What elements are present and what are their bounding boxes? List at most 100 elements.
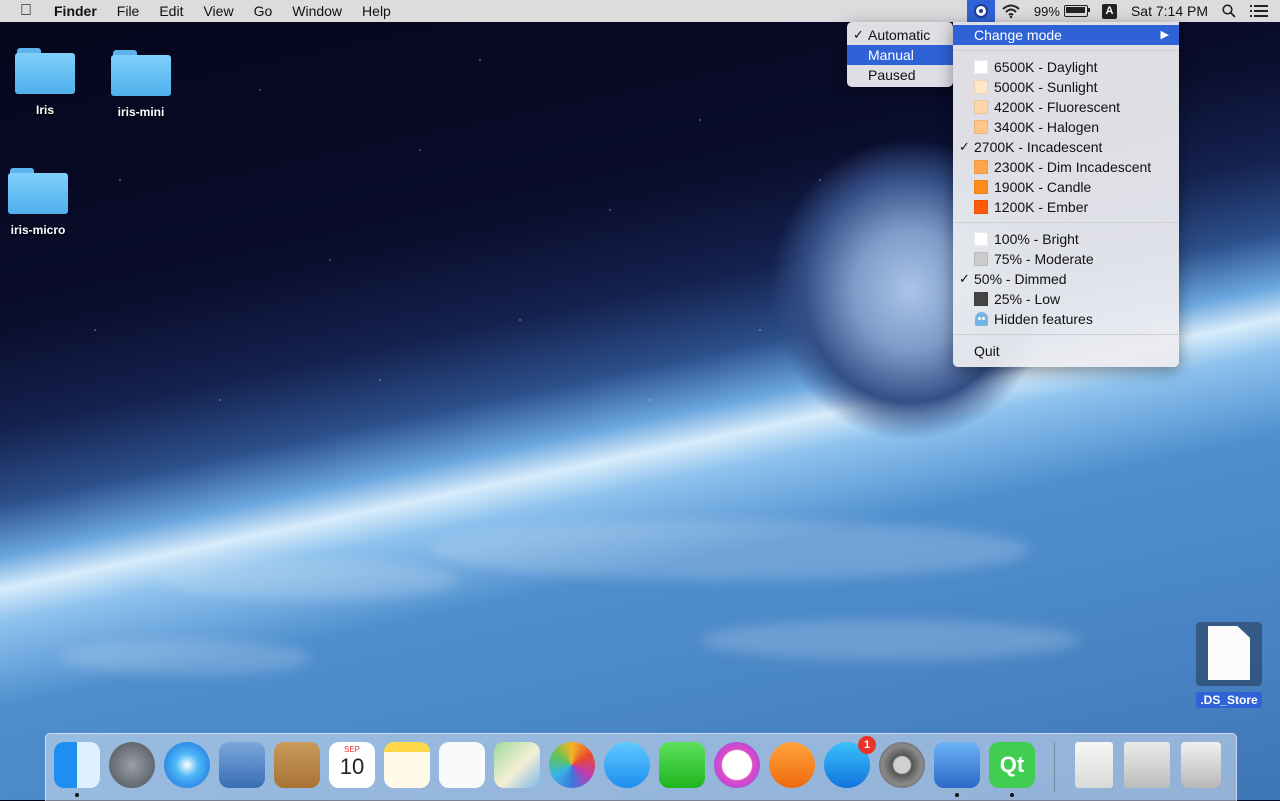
menu-window[interactable]: Window — [282, 0, 352, 22]
wifi-status-item[interactable] — [995, 0, 1027, 22]
list-icon — [1250, 5, 1268, 17]
itunes-icon[interactable] — [714, 742, 760, 788]
notification-center-item[interactable] — [1243, 0, 1280, 22]
calendar-day: 10 — [339, 754, 365, 779]
iris-icon — [973, 4, 988, 18]
menu-item-label: 3400K - Halogen — [994, 119, 1100, 135]
temp-1200k[interactable]: 1200K - Ember — [953, 197, 1179, 217]
desktop-file-ds-store[interactable]: .DS_Store — [1179, 622, 1279, 708]
input-source-item[interactable]: A — [1095, 0, 1124, 22]
color-swatch — [974, 292, 988, 306]
menu-item-label: 1900K - Candle — [994, 179, 1092, 195]
downloads-stack-icon[interactable] — [1124, 742, 1170, 788]
mode-paused[interactable]: Paused — [847, 65, 953, 85]
search-icon — [1222, 4, 1236, 18]
mail-icon[interactable] — [219, 742, 265, 788]
spotlight-item[interactable] — [1215, 0, 1243, 22]
finder-icon[interactable] — [54, 742, 100, 797]
battery-percent: 99% — [1033, 3, 1060, 19]
temp-2300k[interactable]: 2300K - Dim Incadescent — [953, 157, 1179, 177]
checkmark-icon: ✓ — [959, 271, 970, 286]
temp-3400k[interactable]: 3400K - Halogen — [953, 117, 1179, 137]
temp-6500k[interactable]: 6500K - Daylight — [953, 57, 1179, 77]
clock[interactable]: Sat 7:14 PM — [1124, 0, 1215, 22]
menu-item-label: Change mode — [974, 27, 1062, 43]
desktop-icon-label: iris-micro — [10, 223, 66, 237]
notes-icon[interactable] — [384, 742, 430, 788]
maps-icon[interactable] — [494, 742, 540, 788]
brightness-50[interactable]: ✓ 50% - Dimmed — [953, 269, 1179, 289]
menu-item-label: 6500K - Daylight — [994, 59, 1098, 75]
brightness-75[interactable]: 75% - Moderate — [953, 249, 1179, 269]
menu-separator — [953, 222, 1179, 223]
change-mode-item[interactable]: Change mode ▶ — [953, 25, 1179, 45]
hidden-features-item[interactable]: Hidden features — [953, 309, 1179, 329]
trash-icon[interactable] — [1181, 742, 1221, 788]
wallpaper-cloud — [700, 620, 1080, 660]
desktop-folder-iris[interactable]: Iris — [0, 48, 95, 118]
menu-separator — [953, 50, 1179, 51]
desktop-folder-iris-mini[interactable]: iris-mini — [91, 50, 191, 120]
quit-item[interactable]: Quit — [953, 341, 1179, 361]
folder-icon — [8, 168, 68, 214]
menu-item-label: 50% - Dimmed — [974, 271, 1067, 287]
system-preferences-icon[interactable] — [879, 742, 925, 788]
temp-1900k[interactable]: 1900K - Candle — [953, 177, 1179, 197]
menu-app-name[interactable]: Finder — [44, 0, 107, 22]
document-icon — [1208, 626, 1250, 680]
mode-manual[interactable]: Manual — [847, 45, 953, 65]
calendar-icon[interactable]: SEP 10 — [329, 742, 375, 788]
color-swatch — [974, 200, 988, 214]
checkmark-icon: ✓ — [853, 27, 864, 42]
temp-4200k[interactable]: 4200K - Fluorescent — [953, 97, 1179, 117]
apple-menu-icon[interactable]:  — [0, 0, 44, 22]
menu-bar:  Finder File Edit View Go Window Help 9… — [0, 0, 1280, 22]
temp-5000k[interactable]: 5000K - Sunlight — [953, 77, 1179, 97]
menu-edit[interactable]: Edit — [149, 0, 193, 22]
menu-item-label: 4200K - Fluorescent — [994, 99, 1121, 115]
photos-icon[interactable] — [549, 742, 595, 788]
menu-item-label: Paused — [868, 67, 916, 83]
messages-icon[interactable] — [604, 742, 650, 788]
folder-icon — [15, 48, 75, 94]
menu-go[interactable]: Go — [244, 0, 283, 22]
clock-text: Sat 7:14 PM — [1130, 3, 1208, 19]
menu-view[interactable]: View — [193, 0, 243, 22]
menu-item-label: Quit — [974, 343, 1000, 359]
menu-item-label: Hidden features — [994, 311, 1093, 327]
mode-automatic[interactable]: ✓ Automatic — [847, 25, 953, 45]
menu-file[interactable]: File — [107, 0, 150, 22]
ibooks-icon[interactable] — [769, 742, 815, 788]
facetime-icon[interactable] — [659, 742, 705, 788]
iris-menu: Change mode ▶ 6500K - Daylight 5000K - S… — [953, 22, 1179, 367]
menu-item-label: 2300K - Dim Incadescent — [994, 159, 1152, 175]
brightness-25[interactable]: 25% - Low — [953, 289, 1179, 309]
menu-item-label: 5000K - Sunlight — [994, 79, 1098, 95]
reminders-icon[interactable] — [439, 742, 485, 788]
iris-status-item[interactable] — [966, 0, 995, 22]
contacts-icon[interactable] — [274, 742, 320, 788]
launchpad-icon[interactable] — [109, 742, 155, 788]
wallpaper-cloud — [430, 520, 1030, 580]
folder-icon — [111, 50, 171, 96]
menu-help[interactable]: Help — [352, 0, 401, 22]
ghost-icon — [975, 312, 988, 326]
submenu-arrow-icon: ▶ — [1160, 29, 1169, 41]
menu-item-label: 1200K - Ember — [994, 199, 1089, 215]
xcode-icon[interactable] — [934, 742, 980, 797]
app-store-icon[interactable]: 1 — [824, 736, 876, 788]
color-swatch — [974, 252, 988, 266]
brightness-100[interactable]: 100% - Bright — [953, 229, 1179, 249]
desktop-icon-label: .DS_Store — [1196, 692, 1262, 708]
menu-item-label: Manual — [868, 47, 914, 63]
safari-icon[interactable] — [164, 742, 210, 788]
battery-status-item[interactable]: 99% — [1027, 0, 1095, 22]
checkmark-icon: ✓ — [959, 139, 970, 154]
temp-2700k[interactable]: ✓ 2700K - Incadescent — [953, 137, 1179, 157]
qt-creator-icon[interactable]: Qt — [989, 742, 1035, 797]
menu-item-label: Automatic — [868, 27, 931, 43]
desktop-folder-iris-micro[interactable]: iris-micro — [0, 168, 88, 238]
dock-separator — [1054, 742, 1055, 792]
wallpaper-cloud — [160, 560, 460, 600]
document-stack-icon[interactable] — [1075, 742, 1113, 788]
